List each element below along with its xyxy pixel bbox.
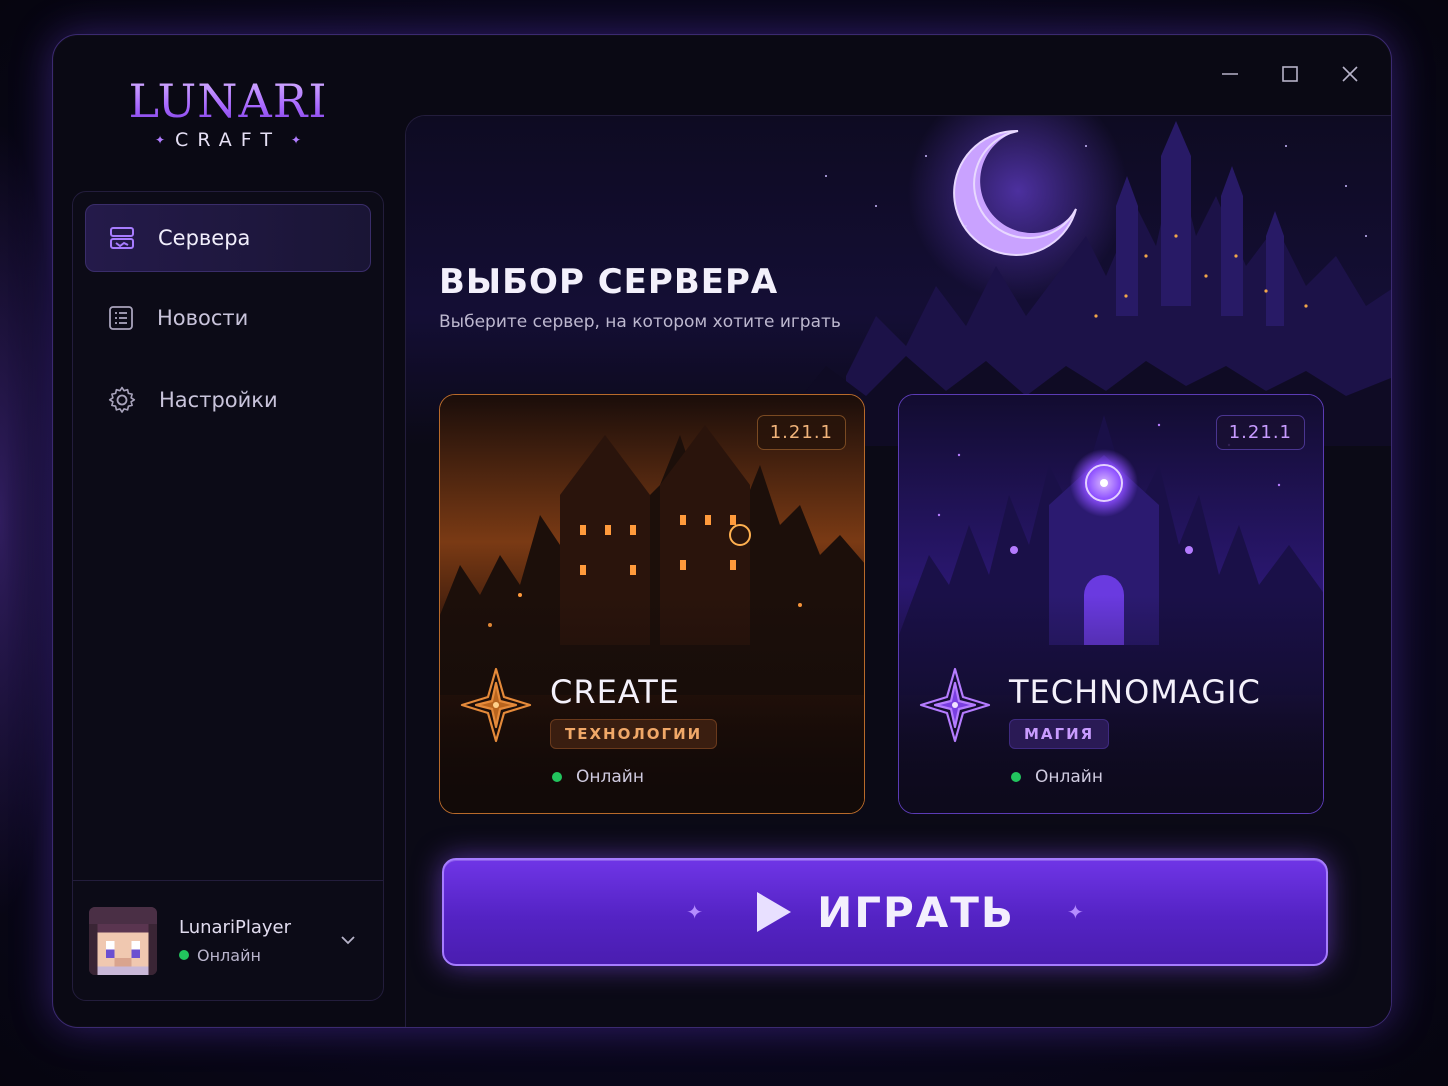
server-icon bbox=[110, 227, 134, 249]
version-badge: 1.21.1 bbox=[756, 415, 846, 450]
logo-subtitle-text: CRAFT bbox=[175, 129, 281, 151]
server-tag: МАГИЯ bbox=[1009, 719, 1110, 749]
compass-star-icon bbox=[919, 667, 991, 743]
maximize-icon bbox=[1282, 66, 1298, 82]
logo-subtitle: ✦ CRAFT ✦ bbox=[123, 129, 333, 151]
background-glow bbox=[0, 120, 60, 920]
server-card-create[interactable]: 1.21.1 CREATE ТЕХНОЛОГИИ Онлайн bbox=[439, 394, 865, 814]
server-name: CREATE bbox=[550, 673, 680, 711]
sidebar-item-label: Новости bbox=[157, 306, 249, 330]
profile-status-text: Онлайн bbox=[197, 945, 261, 965]
sparkle-icon: ✦ bbox=[1066, 900, 1084, 924]
app-logo: LUNARI ✦ CRAFT ✦ bbox=[123, 75, 333, 151]
avatar bbox=[89, 906, 157, 975]
sidebar-item-label: Сервера bbox=[158, 226, 251, 250]
play-button-label: ИГРАТЬ bbox=[817, 887, 1015, 937]
server-status: Онлайн bbox=[552, 767, 644, 787]
gear-icon bbox=[108, 386, 136, 413]
launcher-window: LUNARI ✦ CRAFT ✦ Сервера Новости Настрой… bbox=[52, 34, 1392, 1028]
close-icon bbox=[1342, 66, 1358, 82]
online-dot-icon bbox=[552, 772, 562, 782]
page-title: ВЫБОР СЕРВЕРА bbox=[439, 262, 779, 302]
chevron-down-icon[interactable] bbox=[339, 931, 357, 949]
sparkle-icon: ✦ bbox=[290, 133, 302, 147]
server-technomagic-artwork bbox=[899, 395, 1323, 813]
version-badge: 1.21.1 bbox=[1215, 415, 1305, 450]
profile-status: Онлайн bbox=[179, 946, 291, 965]
page-subtitle: Выберите сервер, на котором хотите играт… bbox=[439, 312, 841, 332]
maximize-button[interactable] bbox=[1279, 57, 1301, 91]
user-profile[interactable]: LunariPlayer Онлайн bbox=[73, 880, 383, 1000]
sidebar-item-settings[interactable]: Настройки bbox=[85, 366, 371, 434]
online-dot-icon bbox=[1011, 772, 1021, 782]
sidebar: Сервера Новости Настройки LunariPlayer О… bbox=[72, 191, 384, 1001]
minimize-icon bbox=[1222, 73, 1238, 75]
profile-name: LunariPlayer bbox=[179, 916, 291, 938]
play-button[interactable]: ✦ ИГРАТЬ ✦ bbox=[442, 858, 1328, 966]
server-status-text: Онлайн bbox=[576, 767, 644, 787]
server-create-artwork bbox=[440, 395, 864, 813]
window-controls bbox=[1219, 57, 1361, 91]
close-button[interactable] bbox=[1339, 57, 1361, 91]
server-status: Онлайн bbox=[1011, 767, 1103, 787]
server-status-text: Онлайн bbox=[1035, 767, 1103, 787]
sparkle-icon: ✦ bbox=[154, 133, 166, 147]
compass-star-icon bbox=[460, 667, 532, 743]
main-panel: ВЫБОР СЕРВЕРА Выберите сервер, на которо… bbox=[405, 115, 1391, 1027]
logo-title: LUNARI bbox=[123, 75, 333, 127]
play-icon bbox=[757, 892, 792, 932]
sidebar-item-label: Настройки bbox=[159, 388, 278, 412]
minimize-button[interactable] bbox=[1219, 57, 1241, 91]
server-tag: ТЕХНОЛОГИИ bbox=[550, 719, 718, 749]
online-dot-icon bbox=[179, 950, 189, 960]
sparkle-icon: ✦ bbox=[686, 900, 704, 924]
sidebar-item-servers[interactable]: Сервера bbox=[85, 204, 371, 272]
sidebar-item-news[interactable]: Новости bbox=[85, 284, 371, 352]
server-name: TECHNOMAGIC bbox=[1009, 673, 1261, 711]
news-icon bbox=[109, 306, 133, 330]
server-card-technomagic[interactable]: 1.21.1 TECHNOMAGIC МАГИЯ Онлайн bbox=[898, 394, 1324, 814]
